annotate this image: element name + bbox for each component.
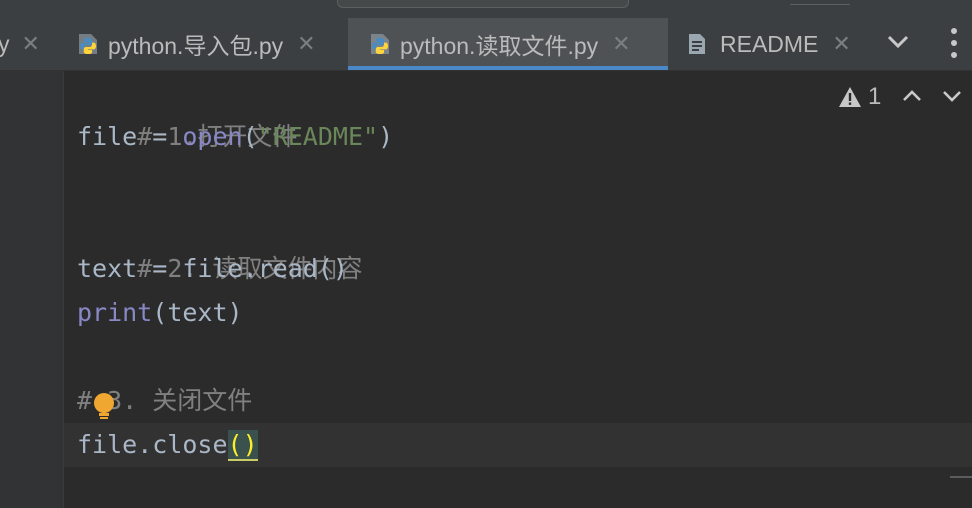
code-line-9[interactable]: file.close() [77,423,258,467]
scrollbar-marker [950,476,972,478]
string-literal: "README" [257,122,379,151]
code-text: file = [77,122,183,151]
tab-python-read-file[interactable]: python.读取文件.py ✕ [348,18,668,70]
tab-label: y [0,30,10,57]
chevron-up-icon[interactable] [900,84,924,108]
tab-partial[interactable]: y ✕ [0,18,60,70]
tab-label: README [720,30,819,57]
lightbulb-icon[interactable] [92,392,116,420]
matched-brace: ) [242,430,258,461]
warning-count: 1 [868,83,882,110]
comment: 3. 关闭文件 [92,386,253,415]
chevron-down-icon[interactable] [940,84,964,108]
title-bar-strip [0,0,972,18]
close-icon[interactable]: ✕ [832,31,850,57]
close-icon[interactable]: ✕ [22,31,40,57]
code-line-6[interactable]: print(text) [77,291,243,335]
code-text: text = file.read() [77,254,348,283]
builtin-keyword: print [77,298,153,327]
text-file-icon [689,34,705,54]
python-file-icon [371,34,389,54]
run-config-field[interactable] [337,0,629,8]
chevron-down-icon[interactable] [884,28,912,56]
inspection-widget[interactable]: 1 [838,82,881,112]
python-file-icon [79,34,97,54]
code-line-1[interactable]: # 1.打开文件 [77,71,297,151]
code-line-4[interactable]: # 2. 读取文件内容 [77,203,362,283]
toolbar-edge [790,0,850,5]
more-options-icon[interactable] [948,26,960,60]
close-icon[interactable]: ✕ [612,31,630,57]
code-text: ) [378,122,394,151]
matched-brace: ( [227,430,243,461]
code-editor[interactable]: # 1.打开文件 file = open("README") # 2. 读取文件… [64,71,972,508]
tab-python-import[interactable]: python.导入包.py ✕ [60,18,348,70]
warning-icon [839,87,861,107]
close-icon[interactable]: ✕ [297,31,315,57]
code-text: (text) [152,298,243,327]
code-text: file.close [77,430,228,459]
editor-gutter[interactable] [0,71,64,508]
code-line-2[interactable]: file = open("README") [77,115,393,159]
tab-readme[interactable]: README ✕ [668,18,868,70]
code-text: ( [242,122,258,151]
tab-label: python.读取文件.py [400,33,599,59]
builtin-keyword: open [182,122,243,151]
editor-tab-bar: y ✕ python.导入包.py ✕ python.读取文件.py ✕ REA… [0,18,972,71]
comment: # [77,386,93,415]
code-line-5[interactable]: text = file.read() [77,247,348,291]
tab-label: python.导入包.py [108,33,284,59]
